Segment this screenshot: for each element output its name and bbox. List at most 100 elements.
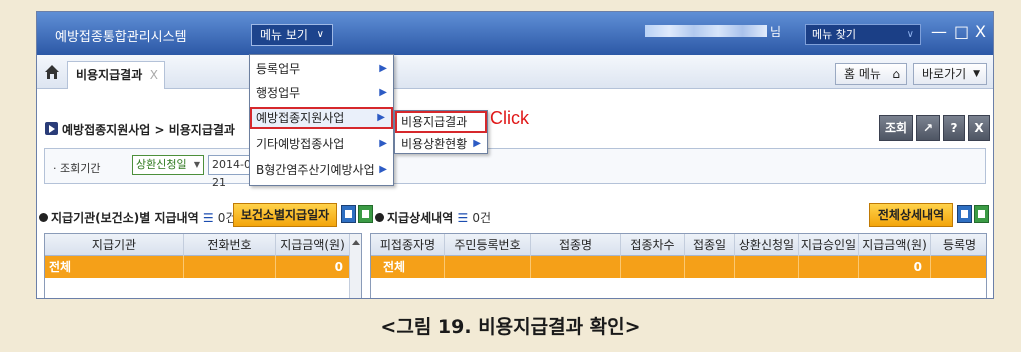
table-row[interactable]: 전체 0 xyxy=(45,256,361,278)
menu-item-label: B형간염주산기예방사업 xyxy=(256,163,375,177)
menu-search-select[interactable]: 메뉴 찾기 ∨ xyxy=(805,24,921,45)
menu-item-label: 등록업무 xyxy=(256,62,301,76)
payment-date-by-clinic-button[interactable]: 보건소별지급일자 xyxy=(233,203,337,227)
chevron-right-icon: ▶ xyxy=(379,164,387,175)
chevron-right-icon: ▶ xyxy=(379,87,387,98)
tab-bar: 비용지급결과 X 홈 메뉴 ⌂ 바로가기 ▼ xyxy=(37,55,993,89)
table-cell xyxy=(531,256,621,278)
column-header[interactable]: 주민등록번호 xyxy=(445,234,531,256)
menu-item-label: 행정업무 xyxy=(256,86,301,100)
table-cell: 0 xyxy=(859,256,931,278)
close-page-button[interactable]: X xyxy=(968,115,990,141)
excel-export-icon[interactable] xyxy=(341,205,356,223)
date-type-value: 상환신청일 xyxy=(136,158,187,171)
excel-download-icon[interactable] xyxy=(358,205,373,223)
column-header[interactable]: 접종일 xyxy=(685,234,735,256)
submenu-item-payment-result[interactable]: 비용지급결과 xyxy=(395,111,487,133)
figure-caption: <그림 19. 비용지급결과 확인> xyxy=(380,316,641,338)
chevron-right-icon: ▶ xyxy=(379,138,387,149)
search-panel: · 조회기간 상환신청일 ▼ 2014-09-21 xyxy=(44,148,986,189)
table-cell: 전체 xyxy=(371,256,445,278)
bullet-icon xyxy=(39,213,48,222)
breadcrumb-arrow-icon xyxy=(45,122,58,135)
user-name-redacted xyxy=(645,25,767,37)
list-icon: ☰ xyxy=(457,211,469,225)
chevron-down-icon: ▼ xyxy=(973,69,980,79)
scrollbar[interactable] xyxy=(349,234,361,298)
table-row[interactable]: 전체 0 xyxy=(371,256,986,278)
column-header[interactable]: 등록명 xyxy=(931,234,988,256)
all-details-button[interactable]: 전체상세내역 xyxy=(869,203,953,227)
chevron-down-icon: ∨ xyxy=(316,29,324,40)
table-cell xyxy=(445,256,531,278)
column-header[interactable]: 상환신청일 xyxy=(735,234,799,256)
table-cell: 전체 xyxy=(45,256,184,278)
submenu-item-label: 비용상환현황 xyxy=(401,137,468,151)
excel-download-icon[interactable] xyxy=(974,205,989,223)
app-title: 예방접종통합관리시스템 xyxy=(55,30,187,45)
right-grid-count: 0건 xyxy=(472,211,492,225)
column-header[interactable]: 피접종자명 xyxy=(371,234,445,256)
menu-item-hepatitis-b[interactable]: B형간염주산기예방사업 ▶ xyxy=(250,159,393,181)
chevron-down-icon: ∨ xyxy=(906,29,914,40)
goto-button[interactable]: 바로가기 ▼ xyxy=(913,63,987,85)
left-grid: 지급기관 전화번호 지급금액(원) 전체 0 xyxy=(44,233,362,298)
menu-item-label: 예방접종지원사업 xyxy=(256,111,345,125)
column-header[interactable]: 접종차수 xyxy=(621,234,685,256)
right-grid-title: 지급상세내역 ☰ 0건 xyxy=(375,209,491,226)
list-icon: ☰ xyxy=(202,211,214,225)
close-window-button[interactable]: X xyxy=(975,22,986,41)
menu-search-label: 메뉴 찾기 xyxy=(812,28,856,41)
menu-item-other-vaccination[interactable]: 기타예방접종사업 ▶ xyxy=(250,133,393,155)
export-button[interactable]: ↗ xyxy=(916,115,940,141)
bullet-icon xyxy=(375,213,384,222)
table-cell xyxy=(799,256,859,278)
home-menu-label: 홈 메뉴 xyxy=(844,67,881,81)
left-grid-title: 지급기관(보건소)별 지급내역 ☰ 0건 xyxy=(39,209,236,226)
app-window: 예방접종통합관리시스템 메뉴 보기 ∨ 님 메뉴 찾기 ∨ — □ X 비용지급… xyxy=(36,11,994,299)
title-bar: 예방접종통합관리시스템 메뉴 보기 ∨ 님 메뉴 찾기 ∨ — □ X xyxy=(37,12,993,55)
left-grid-title-text: 지급기관(보건소)별 지급내역 xyxy=(51,211,199,225)
column-header[interactable]: 지급기관 xyxy=(45,234,184,256)
right-grid-title-text: 지급상세내역 xyxy=(387,211,454,225)
table-cell xyxy=(685,256,735,278)
right-grid: 피접종자명 주민등록번호 접종명 접종차수 접종일 상환신청일 지급승인일 지급… xyxy=(370,233,987,298)
tab-payment-result[interactable]: 비용지급결과 X xyxy=(67,61,165,89)
table-cell xyxy=(931,256,988,278)
tab-label: 비용지급결과 xyxy=(76,68,143,82)
maximize-button[interactable]: □ xyxy=(954,22,969,41)
search-period-label: · 조회기간 xyxy=(53,162,101,175)
column-header[interactable]: 접종명 xyxy=(531,234,621,256)
home-menu-button[interactable]: 홈 메뉴 ⌂ xyxy=(835,63,907,85)
menu-item-registration[interactable]: 등록업무 ▶ xyxy=(250,58,393,80)
column-header[interactable]: 지급승인일 xyxy=(799,234,859,256)
search-button[interactable]: 조회 xyxy=(879,115,913,141)
goto-label: 바로가기 xyxy=(922,67,967,81)
menu-view-button[interactable]: 메뉴 보기 ∨ xyxy=(251,24,333,46)
menu-item-vaccination-support[interactable]: 예방접종지원사업 ▶ xyxy=(250,107,393,129)
excel-export-icon[interactable] xyxy=(957,205,972,223)
column-header[interactable]: 전화번호 xyxy=(184,234,276,256)
user-suffix: 님 xyxy=(770,25,782,39)
date-type-select[interactable]: 상환신청일 ▼ xyxy=(132,155,204,175)
table-cell: 0 xyxy=(276,256,350,278)
chevron-down-icon: ▼ xyxy=(193,160,200,169)
grid-header: 지급기관 전화번호 지급금액(원) xyxy=(45,234,361,256)
menu-item-label: 기타예방접종사업 xyxy=(256,137,345,151)
column-header[interactable]: 지급금액(원) xyxy=(276,234,350,256)
submenu-item-label: 비용지급결과 xyxy=(401,115,468,129)
table-cell xyxy=(621,256,685,278)
minimize-button[interactable]: — xyxy=(931,22,947,41)
submenu-item-reimbursement-status[interactable]: 비용상환현황 ▶ xyxy=(395,133,487,155)
grid-header: 피접종자명 주민등록번호 접종명 접종차수 접종일 상환신청일 지급승인일 지급… xyxy=(371,234,986,256)
menu-item-admin[interactable]: 행정업무 ▶ xyxy=(250,82,393,104)
main-menu-dropdown: 등록업무 ▶ 행정업무 ▶ 예방접종지원사업 ▶ 기타예방접종사업 ▶ B형간염… xyxy=(249,54,394,186)
table-cell xyxy=(184,256,276,278)
tab-close-icon[interactable]: X xyxy=(150,62,158,88)
chevron-right-icon: ▶ xyxy=(473,138,481,149)
home-icon[interactable] xyxy=(44,64,60,80)
menu-view-label: 메뉴 보기 xyxy=(260,28,308,42)
submenu: 비용지급결과 비용상환현황 ▶ xyxy=(394,110,488,154)
help-button[interactable]: ? xyxy=(943,115,965,141)
column-header[interactable]: 지급금액(원) xyxy=(859,234,931,256)
